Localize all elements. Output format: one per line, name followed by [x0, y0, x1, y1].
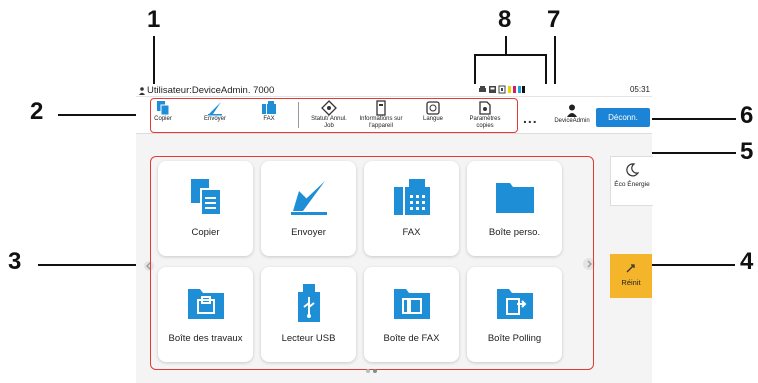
tile-fax[interactable]: FAX [364, 161, 459, 256]
tile-label: Boîte de FAX [383, 333, 440, 344]
page-indicator [366, 369, 377, 373]
tile-boite-fax[interactable]: Boîte de FAX [364, 267, 459, 362]
tile-label: Boîte perso. [488, 227, 541, 238]
folder-icon [495, 183, 534, 213]
toner-level-icon [508, 86, 525, 93]
tile-label: Envoyer [291, 227, 326, 238]
tile-envoyer[interactable]: Envoyer [261, 161, 356, 256]
user-small-icon [139, 86, 145, 95]
fax-status-icon [489, 86, 496, 93]
user-status: Utilisateur:DeviceAdmin. 7000 [139, 85, 274, 96]
callout-7: 7 [547, 6, 561, 33]
callout-line-8d [545, 54, 547, 86]
callout-line-3 [38, 264, 150, 266]
usb-icon [297, 284, 320, 322]
reset-icon [626, 264, 635, 273]
reset-button[interactable]: Réinit [610, 254, 652, 298]
function-grid: Copier Envoyer FAX Boîte perso. Boîte de… [154, 157, 596, 371]
user-button[interactable]: DeviceAdmin [554, 104, 590, 124]
logout-button[interactable]: Déconn. [596, 108, 650, 127]
tile-boite-travaux[interactable]: Boîte des travaux [158, 267, 253, 362]
copy-icon [190, 179, 222, 216]
user-icon [567, 104, 577, 117]
clock: 05:31 [629, 85, 650, 94]
tile-boite-polling[interactable]: Boîte Polling [467, 267, 562, 362]
job-box-icon [187, 289, 224, 319]
callout-line-8b [474, 54, 546, 56]
fax-box-icon [393, 289, 430, 319]
callout-5: 5 [740, 138, 754, 165]
tile-copier[interactable]: Copier [158, 161, 253, 256]
callout-8: 8 [498, 6, 512, 33]
memory-status-icon [498, 85, 506, 94]
tile-label: Boîte des travaux [168, 333, 243, 344]
shortcut-highlight-frame [150, 98, 518, 133]
send-icon [290, 181, 327, 215]
tile-boite-perso[interactable]: Boîte perso. [467, 161, 562, 256]
reset-label: Réinit [621, 278, 641, 287]
callout-6: 6 [740, 102, 754, 129]
callout-line-6 [652, 118, 736, 120]
page-dot-active [373, 369, 377, 373]
callout-3: 3 [8, 248, 22, 275]
eco-label: Éco Énergie [614, 181, 650, 188]
callout-4: 4 [740, 248, 754, 275]
printer-status-icon [479, 86, 486, 92]
tile-label: Copier [191, 227, 220, 238]
callout-line-8a [505, 36, 507, 54]
user-button-label: DeviceAdmin [554, 118, 590, 124]
user-status-label: Utilisateur:DeviceAdmin. 7000 [147, 85, 275, 96]
eco-energy-button[interactable]: Éco Énergie [610, 156, 653, 206]
device-screen: Utilisateur:DeviceAdmin. 7000 05:31 Copi… [136, 84, 653, 383]
polling-box-icon [496, 289, 533, 319]
callout-line-7 [554, 36, 556, 88]
tile-label: Boîte Polling [487, 333, 542, 344]
callout-line-8c [474, 54, 476, 86]
status-bar: Utilisateur:DeviceAdmin. 7000 05:31 [136, 84, 652, 97]
moon-icon [626, 163, 639, 177]
more-button[interactable]: ... [523, 110, 538, 126]
page-dot [366, 369, 370, 373]
fax-icon [393, 179, 430, 215]
callout-2: 2 [30, 98, 44, 125]
callout-1: 1 [147, 6, 161, 33]
callout-line-1 [153, 36, 155, 86]
tile-label: Lecteur USB [281, 333, 336, 344]
tile-label: FAX [402, 227, 421, 238]
tile-lecteur-usb[interactable]: Lecteur USB [261, 267, 356, 362]
status-icons [478, 85, 525, 94]
